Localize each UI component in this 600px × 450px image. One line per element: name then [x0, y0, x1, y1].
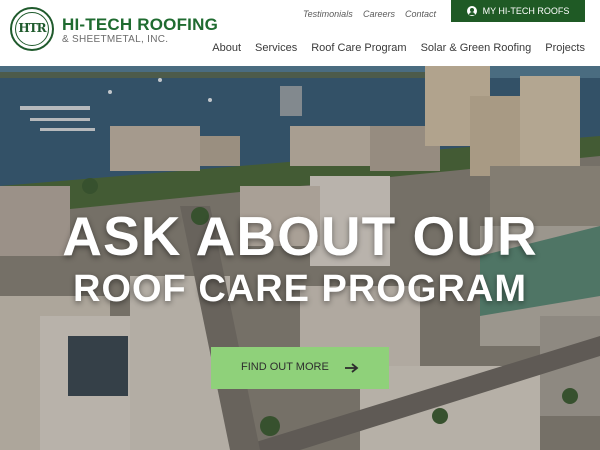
arrow-right-icon	[345, 363, 359, 373]
hero-banner: ASK ABOUT OUR ROOF CARE PROGRAM FIND OUT…	[0, 66, 600, 450]
brand-subtitle: & SHEETMETAL, INC.	[62, 34, 169, 45]
cta-label: FIND OUT MORE	[241, 361, 329, 373]
main-nav: About Services Roof Care Program Solar &…	[212, 42, 585, 54]
company-seal-logo[interactable]: HTR	[10, 7, 54, 51]
contact-link[interactable]: Contact	[405, 9, 436, 19]
user-circle-icon	[466, 6, 477, 16]
nav-item-about[interactable]: About	[212, 42, 241, 54]
find-out-more-button[interactable]: FIND OUT MORE	[211, 347, 389, 389]
nav-item-roof-care-program[interactable]: Roof Care Program	[311, 42, 406, 54]
nav-item-projects[interactable]: Projects	[545, 42, 585, 54]
brand-name[interactable]: HI-TECH ROOFING	[62, 15, 218, 35]
my-hitech-roofs-button[interactable]: MY HI-TECH ROOFS	[451, 0, 585, 22]
hero-subheadline: ROOF CARE PROGRAM	[73, 268, 527, 310]
nav-item-solar-green-roofing[interactable]: Solar & Green Roofing	[421, 42, 532, 54]
logo-monogram: HTR	[18, 21, 46, 35]
nav-item-services[interactable]: Services	[255, 42, 297, 54]
site-header: HTR HI-TECH ROOFING & SHEETMETAL, INC. T…	[0, 0, 600, 66]
hero-headline: ASK ABOUT OUR	[62, 205, 538, 267]
careers-link[interactable]: Careers	[363, 9, 395, 19]
testimonials-link[interactable]: Testimonials	[303, 9, 353, 19]
account-button-label: MY HI-TECH ROOFS	[482, 6, 570, 16]
